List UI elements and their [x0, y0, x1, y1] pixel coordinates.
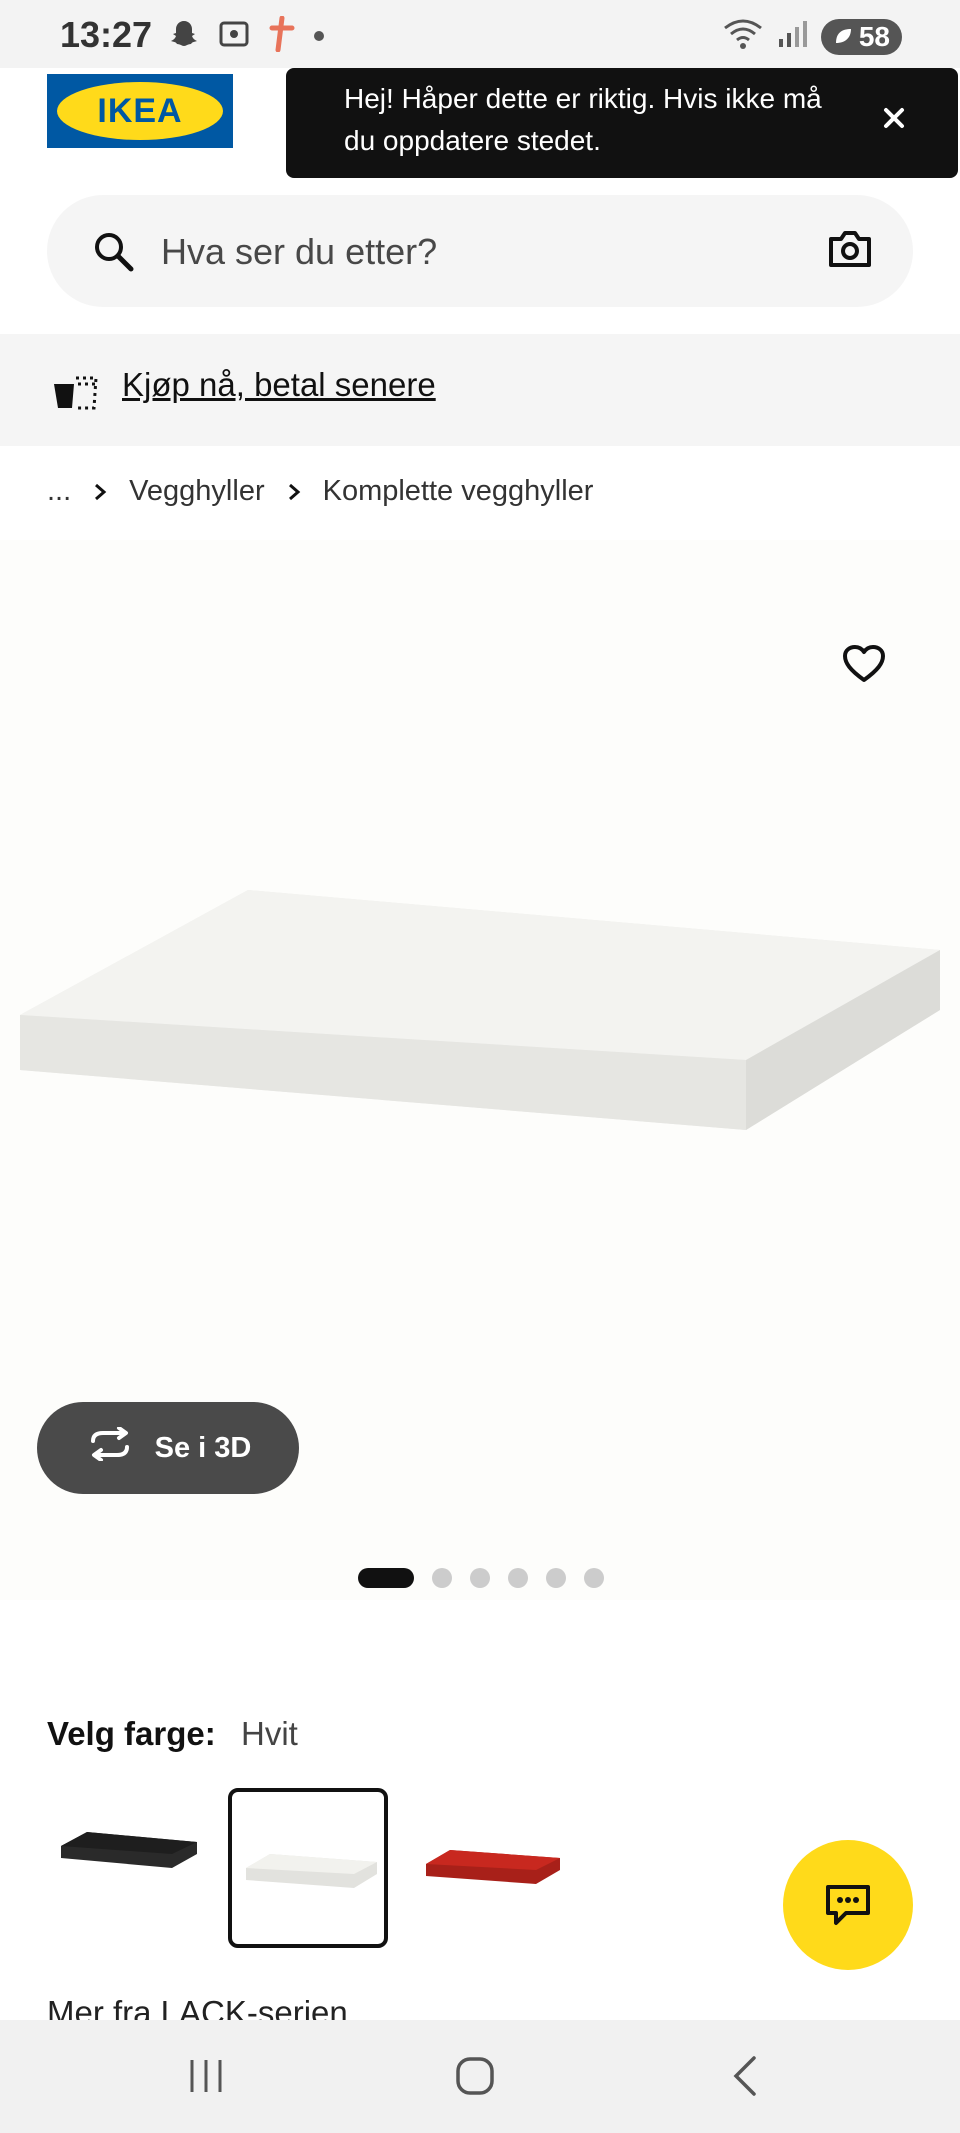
back-button[interactable]	[726, 2056, 766, 2101]
payment-plan-icon	[50, 370, 100, 417]
promo-banner: Kjøp nå, betal senere	[0, 334, 960, 446]
rotate-3d-icon	[85, 1426, 135, 1469]
recent-apps-button[interactable]	[186, 2056, 226, 2101]
dot-icon	[314, 28, 324, 46]
leaf-icon	[833, 21, 853, 53]
search-input[interactable]	[159, 215, 783, 289]
black-shelf-thumbnail	[61, 1832, 197, 1868]
breadcrumb-ellipsis[interactable]: ...	[47, 475, 71, 508]
signal-icon	[777, 19, 807, 54]
pagination-dot[interactable]	[546, 1568, 566, 1588]
close-icon	[884, 108, 904, 128]
red-shelf-thumbnail	[426, 1850, 560, 1884]
color-swatch-red[interactable]	[410, 1788, 570, 1948]
wifi-icon	[723, 18, 763, 55]
breadcrumb-vegghyller[interactable]: Vegghyller	[129, 475, 264, 508]
buy-now-pay-later-link[interactable]: Kjøp nå, betal senere	[122, 366, 436, 404]
view-3d-label: Se i 3D	[154, 1431, 252, 1464]
white-shelf-thumbnail	[246, 1854, 377, 1888]
pagination-dot[interactable]	[584, 1568, 604, 1588]
location-toast: Hej! Håper dette er riktig. Hvis ikke må…	[286, 68, 958, 178]
chevron-right-icon	[89, 481, 111, 503]
battery-level: 58	[858, 20, 890, 52]
toast-close-button[interactable]	[874, 98, 914, 138]
notification-icons	[168, 15, 324, 57]
home-icon	[456, 2057, 494, 2095]
ikea-logo[interactable]: IKEA	[47, 74, 233, 148]
selected-color: Hvit	[241, 1715, 298, 1752]
snapchat-icon	[168, 18, 200, 55]
status-time: 13:27	[60, 14, 153, 55]
search-bar[interactable]	[47, 195, 913, 307]
system-navigation-bar	[0, 2020, 960, 2133]
product-image	[20, 890, 940, 1130]
battery-indicator: 58	[820, 18, 902, 55]
color-swatch-white[interactable]	[228, 1788, 388, 1948]
chat-icon	[826, 1885, 870, 1925]
product-gallery[interactable]: Se i 3D	[0, 540, 960, 1600]
search-icon	[91, 229, 135, 278]
pagination-dot-active[interactable]	[358, 1568, 414, 1588]
status-bar: 13:27 58	[0, 0, 960, 68]
color-swatch-black[interactable]	[47, 1788, 207, 1948]
toast-message: Hej! Håper dette er riktig. Hvis ikke må…	[344, 83, 822, 156]
breadcrumb-komplette-vegghyller[interactable]: Komplette vegghyller	[323, 475, 594, 508]
chevron-right-icon	[283, 481, 305, 503]
heart-icon[interactable]	[842, 644, 886, 689]
t-app-icon	[268, 15, 296, 57]
chat-button[interactable]	[783, 1840, 913, 1970]
view-3d-button[interactable]: Se i 3D	[37, 1402, 299, 1494]
color-label: Velg farge:	[47, 1715, 216, 1752]
pagination-dot[interactable]	[432, 1568, 452, 1588]
recent-apps-icon	[190, 2060, 222, 2092]
home-button[interactable]	[455, 2056, 495, 2101]
logo-oval: IKEA	[57, 82, 223, 140]
pagination-dot[interactable]	[470, 1568, 490, 1588]
pagination-dot[interactable]	[508, 1568, 528, 1588]
breadcrumb: ... Vegghyller Komplette vegghyller	[47, 475, 593, 508]
system-icons: 58	[723, 18, 902, 55]
screenshot-icon	[218, 18, 250, 55]
camera-icon[interactable]	[827, 229, 873, 274]
gallery-pagination	[358, 1568, 604, 1588]
logo-text: IKEA	[97, 91, 183, 130]
back-icon	[733, 2056, 756, 2096]
